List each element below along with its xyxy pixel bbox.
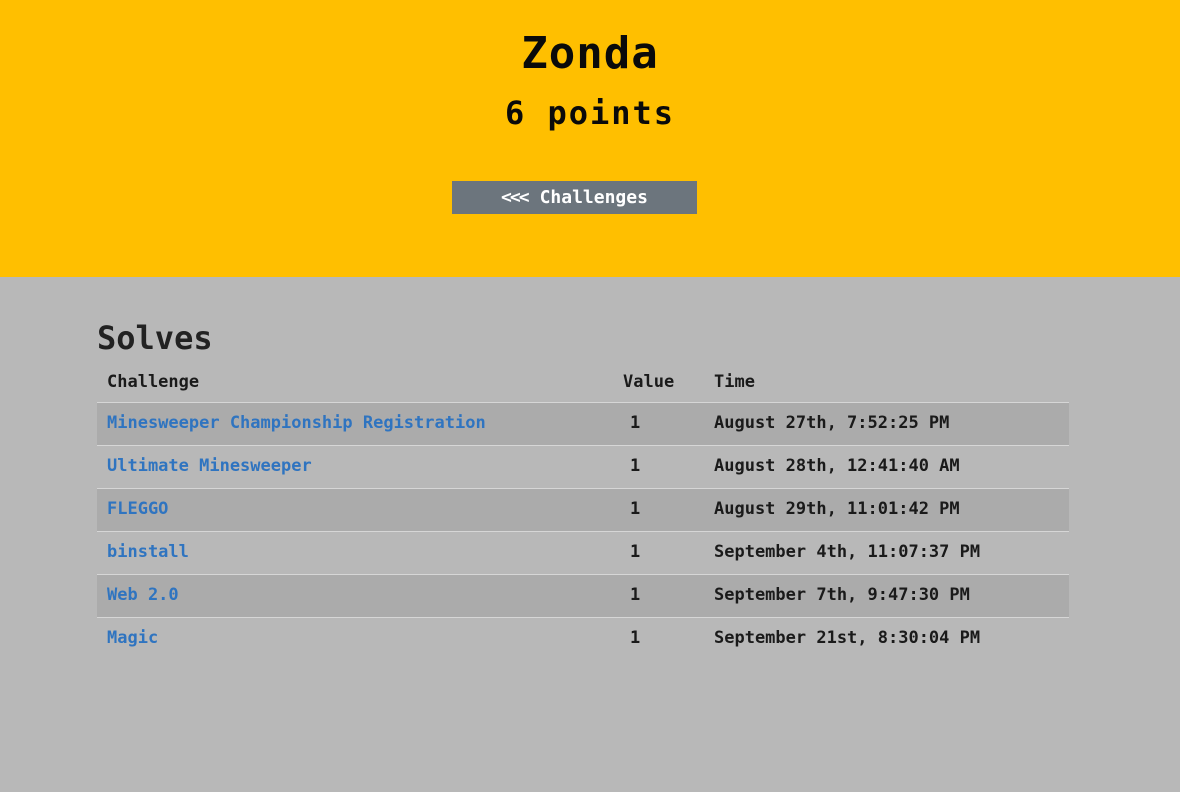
solve-value: 1 [630,413,641,433]
solve-value: 1 [630,542,641,562]
table-row: Minesweeper Championship Registration 1 … [97,403,1069,446]
table-row: FLEGGO 1 August 29th, 11:01:42 PM [97,489,1069,532]
solve-time: September 7th, 9:47:30 PM [714,585,970,605]
solve-value: 1 [630,585,641,605]
challenge-link[interactable]: Web 2.0 [107,585,613,606]
table-row: Ultimate Minesweeper 1 August 28th, 12:4… [97,446,1069,489]
challenge-link[interactable]: Minesweeper Championship Registration [107,413,613,434]
table-row: Web 2.0 1 September 7th, 9:47:30 PM [97,575,1069,618]
challenge-link[interactable]: FLEGGO [107,499,613,520]
solve-time: August 29th, 11:01:42 PM [714,499,960,519]
back-button-label: Challenges [539,187,648,208]
challenge-link[interactable]: Magic [107,628,613,649]
table-header: Challenge Value Time [97,362,1069,403]
solve-value: 1 [630,499,641,519]
table-row: binstall 1 September 4th, 11:07:37 PM [97,532,1069,575]
solve-time: September 4th, 11:07:37 PM [714,542,981,562]
team-header: Zonda 6 points <<< Challenges [0,0,1180,277]
solve-value: 1 [630,456,641,476]
column-header-time: Time [714,372,755,392]
solve-time: August 27th, 7:52:25 PM [714,413,950,433]
back-to-challenges-button[interactable]: <<< Challenges [452,181,697,214]
solves-title: Solves [97,319,213,357]
challenge-link[interactable]: Ultimate Minesweeper [107,456,613,477]
column-header-value: Value [623,372,675,392]
team-name: Zonda [521,28,659,79]
solve-time: September 21st, 8:30:04 PM [714,628,981,648]
team-points: 6 points [504,94,676,132]
chevrons-left-icon: <<< [501,187,529,208]
column-header-challenge: Challenge [107,372,200,392]
solve-value: 1 [630,628,641,648]
table-row: Magic 1 September 21st, 8:30:04 PM [97,618,1069,660]
solves-table: Challenge Value Time Minesweeper Champio… [97,362,1069,660]
challenge-link[interactable]: binstall [107,542,613,563]
solve-time: August 28th, 12:41:40 AM [714,456,960,476]
